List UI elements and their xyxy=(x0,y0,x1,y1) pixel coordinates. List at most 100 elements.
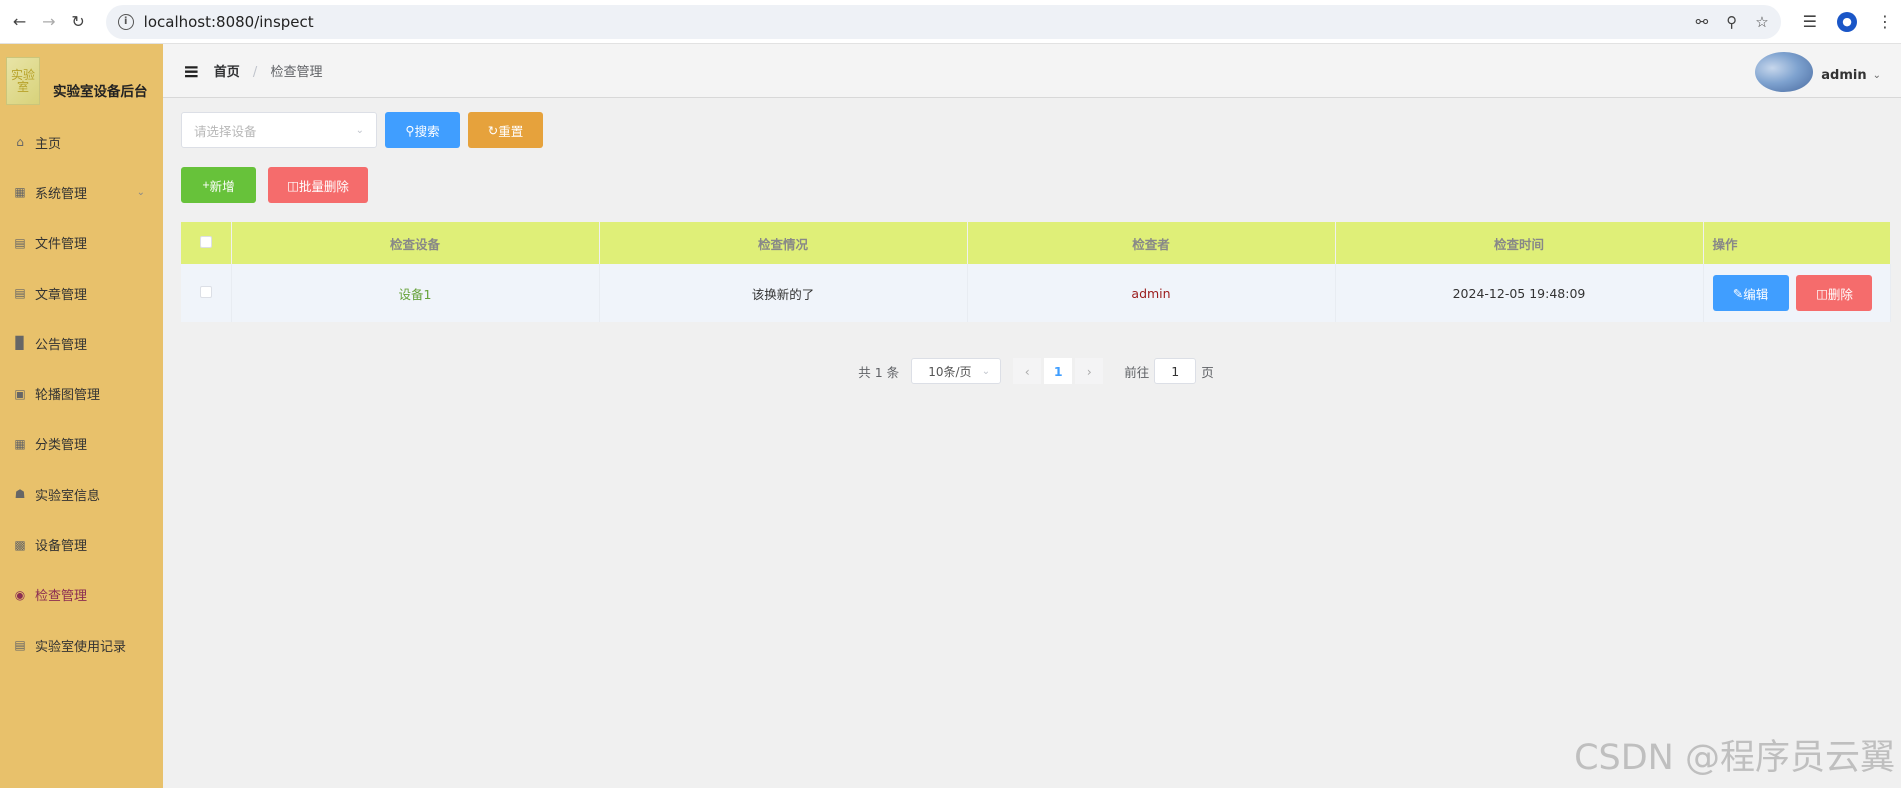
url-text[interactable]: localhost:8080/inspect xyxy=(144,13,1696,31)
top-bar: ≡ 首页 / 检查管理 admin ⌄ xyxy=(163,44,1901,98)
search-icon: ⚲ xyxy=(405,123,415,138)
select-all-checkbox[interactable] xyxy=(199,235,212,248)
add-button-label: 新增 xyxy=(209,179,235,194)
sidebar-item-files[interactable]: ▤ 文件管理 xyxy=(0,218,163,268)
sidebar-item-label: 检查管理 xyxy=(35,589,88,605)
chevron-down-icon: ⌄ xyxy=(981,365,991,377)
collapse-menu-icon[interactable]: ≡ xyxy=(183,59,200,83)
goto-page-input[interactable]: 1 xyxy=(1154,358,1197,384)
edit-button[interactable]: ✎ 编辑 xyxy=(1712,275,1789,311)
trash-icon: ◫ xyxy=(287,178,299,193)
column-header: 检查者 xyxy=(967,222,1336,264)
column-header: 检查时间 xyxy=(1335,222,1704,264)
profile-icon[interactable]: ● xyxy=(1837,11,1857,32)
password-key-icon[interactable]: ⚯ xyxy=(1696,13,1709,31)
app-title: 实验室设备后台 xyxy=(53,83,148,100)
delete-button[interactable]: ◫ 删除 xyxy=(1796,275,1873,311)
pencil-icon: ✎ xyxy=(1732,286,1744,301)
inspection-table: 检查设备 检查情况 检查者 检查时间 操作 设备1 该换新的了 admin 20… xyxy=(181,222,1891,322)
home-icon: ⌂ xyxy=(16,135,24,150)
batch-delete-button[interactable]: ◫ 批量删除 xyxy=(268,167,368,203)
edit-button-label: 编辑 xyxy=(1743,287,1769,302)
address-bar[interactable]: i localhost:8080/inspect ⚯ ⚲ ☆ xyxy=(105,4,1781,39)
document-icon: ▤ xyxy=(14,235,26,250)
forward-icon[interactable]: → xyxy=(37,8,60,36)
select-all-cell xyxy=(181,222,232,264)
sidebar-item-label: 轮播图管理 xyxy=(35,388,101,404)
page-buttons: ‹ 1 › xyxy=(1013,358,1106,384)
batch-delete-button-label: 批量删除 xyxy=(298,179,349,194)
page-size-value: 10条/页 xyxy=(928,364,972,379)
table-row: 设备1 该换新的了 admin 2024-12-05 19:48:09 ✎ 编辑 … xyxy=(181,264,1891,322)
breadcrumb-home[interactable]: 首页 xyxy=(214,65,240,80)
pagination: 共 1 条 10条/页 ⌄ ‹ 1 › 前往 1 页 xyxy=(181,358,1891,384)
chevron-down-icon[interactable]: ⌄ xyxy=(1873,70,1881,81)
sidebar-item-label: 设备管理 xyxy=(35,539,88,555)
sidebar-item-lab-info[interactable]: ☗ 实验室信息 xyxy=(0,469,163,519)
eye-icon: ◉ xyxy=(14,587,26,602)
cell-device: 设备1 xyxy=(231,264,600,322)
browser-toolbar: ← → ↻ i localhost:8080/inspect ⚯ ⚲ ☆ ☰ ●… xyxy=(0,0,1901,44)
breadcrumb: 首页 / 检查管理 xyxy=(214,61,323,80)
search-button-label: 搜索 xyxy=(414,124,440,139)
page-size-select[interactable]: 10条/页 ⌄ xyxy=(911,358,1002,384)
bookmark-star-icon[interactable]: ☆ xyxy=(1755,13,1768,31)
goto-label: 前往 xyxy=(1124,364,1150,380)
reset-button[interactable]: ↻ 重置 xyxy=(468,112,543,148)
cell-time: 2024-12-05 19:48:09 xyxy=(1335,264,1704,322)
refresh-icon: ↻ xyxy=(487,123,499,138)
pagination-total: 共 1 条 xyxy=(858,364,900,380)
sidebar-item-home[interactable]: ⌂ 主页 xyxy=(0,117,163,167)
media-control-icon[interactable]: ☰ xyxy=(1803,12,1817,31)
logo: 实验室 xyxy=(6,56,40,105)
page-number[interactable]: 1 xyxy=(1044,358,1073,384)
search-row: 请选择设备 ⌄ ⚲ 搜索 ↻ 重置 xyxy=(181,112,1891,148)
action-row: + 新增 ◫ 批量删除 xyxy=(181,167,1891,203)
sidebar-item-devices[interactable]: ▩ 设备管理 xyxy=(0,519,163,569)
row-select-cell xyxy=(181,264,232,322)
sidebar-item-category[interactable]: ▦ 分类管理 xyxy=(0,419,163,469)
column-header: 检查情况 xyxy=(599,222,968,264)
zoom-icon[interactable]: ⚲ xyxy=(1726,13,1737,31)
record-icon: ▤ xyxy=(14,638,26,653)
sidebar-item-label: 文章管理 xyxy=(35,287,88,303)
device-icon: ▩ xyxy=(14,537,26,552)
add-button[interactable]: + 新增 xyxy=(181,167,256,203)
breadcrumb-current: 检查管理 xyxy=(270,65,323,80)
plus-icon: + xyxy=(202,178,210,192)
cell-operations: ✎ 编辑 ◫ 删除 xyxy=(1703,264,1891,322)
sidebar-item-inspection[interactable]: ◉ 检查管理 xyxy=(0,570,163,620)
prev-page-icon[interactable]: ‹ xyxy=(1013,358,1042,384)
category-icon: ▦ xyxy=(14,436,26,451)
delete-button-label: 删除 xyxy=(1827,287,1853,302)
sidebar-item-label: 主页 xyxy=(35,136,62,152)
cell-status: 该换新的了 xyxy=(599,264,968,322)
user-name[interactable]: admin xyxy=(1821,68,1866,83)
grid-icon: ▦ xyxy=(14,185,26,200)
sidebar-item-articles[interactable]: ▤ 文章管理 xyxy=(0,268,163,318)
carousel-icon: ▣ xyxy=(14,386,26,401)
user-menu[interactable]: admin ⌄ xyxy=(1755,52,1881,92)
sidebar-item-usage-records[interactable]: ▤ 实验室使用记录 xyxy=(0,620,163,670)
sidebar-item-system[interactable]: ▦ 系统管理 ⌄ xyxy=(0,167,163,217)
brand: 实验室 实验室设备后台 xyxy=(0,44,163,117)
sidebar-item-notices[interactable]: ▉ 公告管理 xyxy=(0,318,163,368)
sidebar-item-label: 公告管理 xyxy=(35,337,88,353)
back-icon[interactable]: ← xyxy=(8,8,31,36)
bar-chart-icon: ▉ xyxy=(15,336,25,351)
search-button[interactable]: ⚲ 搜索 xyxy=(385,112,460,148)
menu-kebab-icon[interactable]: ⋮ xyxy=(1877,12,1893,31)
site-info-icon[interactable]: i xyxy=(117,13,134,30)
sidebar-item-label: 实验室使用记录 xyxy=(35,639,127,655)
sidebar-item-label: 文件管理 xyxy=(35,237,88,253)
next-page-icon[interactable]: › xyxy=(1075,358,1104,384)
avatar[interactable] xyxy=(1755,52,1814,92)
sidebar-item-carousel[interactable]: ▣ 轮播图管理 xyxy=(0,368,163,418)
device-select[interactable]: 请选择设备 ⌄ xyxy=(181,112,377,148)
trash-icon: ◫ xyxy=(1816,286,1828,301)
goto-page-suffix: 页 xyxy=(1201,364,1214,380)
sidebar-item-label: 分类管理 xyxy=(35,438,88,454)
row-checkbox[interactable] xyxy=(199,285,212,298)
table-header-row: 检查设备 检查情况 检查者 检查时间 操作 xyxy=(181,222,1891,264)
reload-icon[interactable]: ↻ xyxy=(66,8,89,36)
